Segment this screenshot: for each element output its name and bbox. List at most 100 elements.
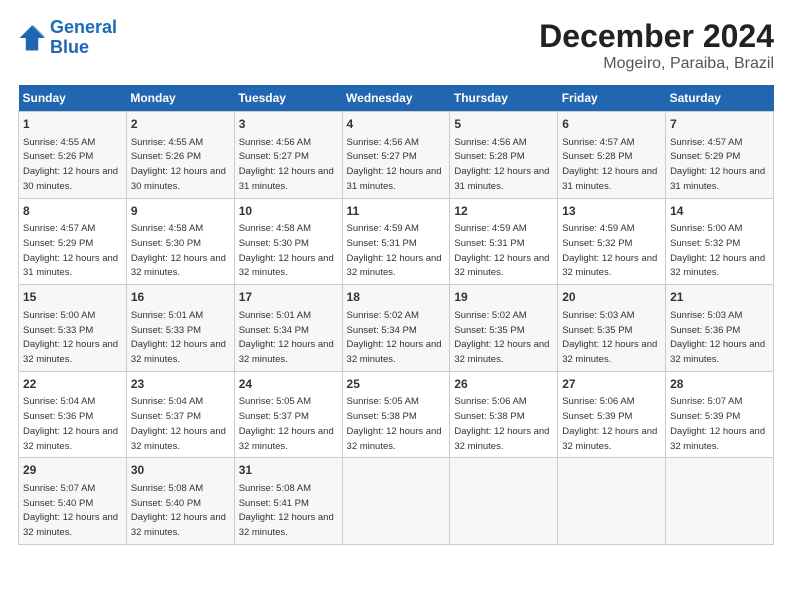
calendar-cell: 23 Sunrise: 5:04 AMSunset: 5:37 PMDayligh… bbox=[126, 371, 234, 458]
day-info: Sunrise: 4:57 AMSunset: 5:29 PMDaylight:… bbox=[23, 223, 118, 278]
day-number: 6 bbox=[562, 116, 661, 133]
day-number: 14 bbox=[670, 203, 769, 220]
day-number: 4 bbox=[347, 116, 446, 133]
week-row-5: 29 Sunrise: 5:07 AMSunset: 5:40 PMDayligh… bbox=[19, 458, 774, 545]
calendar-cell: 30Sunrise: 5:08 AMSunset: 5:40 PMDayligh… bbox=[126, 458, 234, 545]
location: Mogeiro, Paraiba, Brazil bbox=[539, 55, 774, 73]
calendar-cell: 13 Sunrise: 4:59 AMSunset: 5:32 PMDayligh… bbox=[558, 198, 666, 285]
day-info: Sunrise: 5:05 AMSunset: 5:38 PMDaylight:… bbox=[347, 396, 442, 451]
dow-tuesday: Tuesday bbox=[234, 85, 342, 112]
day-info: Sunrise: 4:59 AMSunset: 5:32 PMDaylight:… bbox=[562, 223, 657, 278]
day-number: 21 bbox=[670, 289, 769, 306]
logo-icon bbox=[18, 24, 46, 52]
day-number: 28 bbox=[670, 376, 769, 393]
calendar-cell: 6 Sunrise: 4:57 AMSunset: 5:28 PMDaylight… bbox=[558, 112, 666, 199]
calendar-cell: 25 Sunrise: 5:05 AMSunset: 5:38 PMDayligh… bbox=[342, 371, 450, 458]
calendar-cell bbox=[342, 458, 450, 545]
calendar-cell bbox=[450, 458, 558, 545]
calendar-body: 1Sunrise: 4:55 AMSunset: 5:26 PMDaylight… bbox=[19, 112, 774, 545]
day-info: Sunrise: 5:02 AMSunset: 5:35 PMDaylight:… bbox=[454, 310, 549, 365]
day-info: Sunrise: 4:58 AMSunset: 5:30 PMDaylight:… bbox=[131, 223, 226, 278]
month-title: December 2024 bbox=[539, 18, 774, 55]
day-number: 3 bbox=[239, 116, 338, 133]
day-number: 29 bbox=[23, 462, 122, 479]
day-number: 18 bbox=[347, 289, 446, 306]
calendar-cell: 26 Sunrise: 5:06 AMSunset: 5:38 PMDayligh… bbox=[450, 371, 558, 458]
calendar-cell: 7 Sunrise: 4:57 AMSunset: 5:29 PMDaylight… bbox=[666, 112, 774, 199]
calendar-cell: 19 Sunrise: 5:02 AMSunset: 5:35 PMDayligh… bbox=[450, 285, 558, 372]
day-info: Sunrise: 4:56 AMSunset: 5:27 PMDaylight:… bbox=[239, 137, 334, 192]
day-info: Sunrise: 4:55 AMSunset: 5:26 PMDaylight:… bbox=[131, 137, 226, 192]
day-info: Sunrise: 4:57 AMSunset: 5:28 PMDaylight:… bbox=[562, 137, 657, 192]
day-number: 25 bbox=[347, 376, 446, 393]
day-info: Sunrise: 5:01 AMSunset: 5:34 PMDaylight:… bbox=[239, 310, 334, 365]
calendar-cell: 29 Sunrise: 5:07 AMSunset: 5:40 PMDayligh… bbox=[19, 458, 127, 545]
day-number: 16 bbox=[131, 289, 230, 306]
day-info: Sunrise: 5:03 AMSunset: 5:35 PMDaylight:… bbox=[562, 310, 657, 365]
week-row-4: 22 Sunrise: 5:04 AMSunset: 5:36 PMDayligh… bbox=[19, 371, 774, 458]
day-info: Sunrise: 5:07 AMSunset: 5:39 PMDaylight:… bbox=[670, 396, 765, 451]
day-number: 27 bbox=[562, 376, 661, 393]
day-info: Sunrise: 5:06 AMSunset: 5:38 PMDaylight:… bbox=[454, 396, 549, 451]
calendar-cell bbox=[666, 458, 774, 545]
calendar-cell: 10Sunrise: 4:58 AMSunset: 5:30 PMDayligh… bbox=[234, 198, 342, 285]
day-info: Sunrise: 4:55 AMSunset: 5:26 PMDaylight:… bbox=[23, 137, 118, 192]
day-info: Sunrise: 5:03 AMSunset: 5:36 PMDaylight:… bbox=[670, 310, 765, 365]
day-number: 22 bbox=[23, 376, 122, 393]
day-number: 10 bbox=[239, 203, 338, 220]
calendar-cell: 20 Sunrise: 5:03 AMSunset: 5:35 PMDayligh… bbox=[558, 285, 666, 372]
calendar-cell: 17 Sunrise: 5:01 AMSunset: 5:34 PMDayligh… bbox=[234, 285, 342, 372]
day-info: Sunrise: 4:56 AMSunset: 5:27 PMDaylight:… bbox=[347, 137, 442, 192]
day-info: Sunrise: 4:59 AMSunset: 5:31 PMDaylight:… bbox=[347, 223, 442, 278]
dow-friday: Friday bbox=[558, 85, 666, 112]
day-info: Sunrise: 5:04 AMSunset: 5:37 PMDaylight:… bbox=[131, 396, 226, 451]
dow-sunday: Sunday bbox=[19, 85, 127, 112]
day-number: 26 bbox=[454, 376, 553, 393]
day-number: 5 bbox=[454, 116, 553, 133]
calendar-cell: 24 Sunrise: 5:05 AMSunset: 5:37 PMDayligh… bbox=[234, 371, 342, 458]
day-number: 2 bbox=[131, 116, 230, 133]
calendar-cell: 16 Sunrise: 5:01 AMSunset: 5:33 PMDayligh… bbox=[126, 285, 234, 372]
calendar-cell: 2 Sunrise: 4:55 AMSunset: 5:26 PMDaylight… bbox=[126, 112, 234, 199]
header: General Blue December 2024 Mogeiro, Para… bbox=[18, 18, 774, 73]
day-number: 8 bbox=[23, 203, 122, 220]
day-number: 12 bbox=[454, 203, 553, 220]
calendar-cell: 9Sunrise: 4:58 AMSunset: 5:30 PMDaylight… bbox=[126, 198, 234, 285]
day-number: 11 bbox=[347, 203, 446, 220]
day-number: 19 bbox=[454, 289, 553, 306]
day-info: Sunrise: 5:04 AMSunset: 5:36 PMDaylight:… bbox=[23, 396, 118, 451]
day-of-week-header: SundayMondayTuesdayWednesdayThursdayFrid… bbox=[19, 85, 774, 112]
page-container: General Blue December 2024 Mogeiro, Para… bbox=[0, 0, 792, 555]
calendar-cell: 11 Sunrise: 4:59 AMSunset: 5:31 PMDayligh… bbox=[342, 198, 450, 285]
day-number: 30 bbox=[131, 462, 230, 479]
day-info: Sunrise: 5:01 AMSunset: 5:33 PMDaylight:… bbox=[131, 310, 226, 365]
dow-saturday: Saturday bbox=[666, 85, 774, 112]
week-row-1: 1Sunrise: 4:55 AMSunset: 5:26 PMDaylight… bbox=[19, 112, 774, 199]
calendar-cell: 28 Sunrise: 5:07 AMSunset: 5:39 PMDayligh… bbox=[666, 371, 774, 458]
day-info: Sunrise: 5:08 AMSunset: 5:41 PMDaylight:… bbox=[239, 483, 334, 538]
calendar-cell: 31 Sunrise: 5:08 AMSunset: 5:41 PMDayligh… bbox=[234, 458, 342, 545]
day-number: 20 bbox=[562, 289, 661, 306]
day-info: Sunrise: 4:57 AMSunset: 5:29 PMDaylight:… bbox=[670, 137, 765, 192]
day-info: Sunrise: 5:05 AMSunset: 5:37 PMDaylight:… bbox=[239, 396, 334, 451]
day-info: Sunrise: 4:56 AMSunset: 5:28 PMDaylight:… bbox=[454, 137, 549, 192]
day-number: 7 bbox=[670, 116, 769, 133]
calendar-cell: 14Sunrise: 5:00 AMSunset: 5:32 PMDayligh… bbox=[666, 198, 774, 285]
week-row-2: 8 Sunrise: 4:57 AMSunset: 5:29 PMDaylight… bbox=[19, 198, 774, 285]
calendar-cell: 1Sunrise: 4:55 AMSunset: 5:26 PMDaylight… bbox=[19, 112, 127, 199]
day-number: 23 bbox=[131, 376, 230, 393]
calendar-cell: 18 Sunrise: 5:02 AMSunset: 5:34 PMDayligh… bbox=[342, 285, 450, 372]
day-number: 24 bbox=[239, 376, 338, 393]
calendar-cell: 22 Sunrise: 5:04 AMSunset: 5:36 PMDayligh… bbox=[19, 371, 127, 458]
dow-wednesday: Wednesday bbox=[342, 85, 450, 112]
dow-thursday: Thursday bbox=[450, 85, 558, 112]
logo: General Blue bbox=[18, 18, 117, 58]
day-number: 17 bbox=[239, 289, 338, 306]
dow-monday: Monday bbox=[126, 85, 234, 112]
logo-line2: Blue bbox=[50, 37, 89, 57]
week-row-3: 15Sunrise: 5:00 AMSunset: 5:33 PMDayligh… bbox=[19, 285, 774, 372]
day-info: Sunrise: 5:02 AMSunset: 5:34 PMDaylight:… bbox=[347, 310, 442, 365]
day-number: 13 bbox=[562, 203, 661, 220]
day-info: Sunrise: 5:07 AMSunset: 5:40 PMDaylight:… bbox=[23, 483, 118, 538]
day-number: 31 bbox=[239, 462, 338, 479]
